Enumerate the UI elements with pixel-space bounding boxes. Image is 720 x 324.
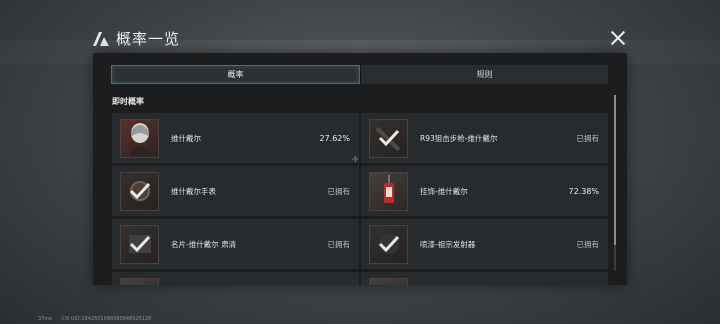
owned-check-icon [121, 225, 158, 263]
item-name: R93狙击步枪-维什戴尔 [420, 133, 498, 143]
item-grid: 维什戴尔 27.62% R93狙击步枪-维什戴尔 已拥有 维什戴尔手表 已拥有 … [112, 113, 608, 285]
item-card[interactable] [361, 272, 608, 285]
uid-readout: CN UID:1942601098380648525128 [61, 316, 152, 322]
spray-icon [369, 224, 408, 264]
item-name: 名片-维什戴尔 肃清 [171, 239, 237, 249]
watch-icon [120, 171, 159, 211]
item-icon [369, 277, 408, 285]
scrollbar-thumb[interactable] [614, 95, 616, 245]
item-name: 维什戴尔 [171, 133, 201, 143]
item-name: 喷漆-祖宗发射器 [420, 239, 476, 249]
page-header: 概率一览 [92, 28, 180, 49]
crosshair-icon: ✛ [352, 155, 359, 164]
charm-icon [369, 171, 408, 211]
page-title: 概率一览 [116, 30, 181, 48]
section-title: 即时概率 [112, 97, 144, 106]
tab-probability[interactable]: 概率 [111, 65, 360, 84]
owned-check-icon [121, 172, 158, 210]
scrollbar[interactable] [614, 95, 616, 271]
item-probability: 27.62% [319, 133, 350, 143]
item-name: 维什戴尔手表 [171, 186, 216, 196]
item-card[interactable]: 名片-维什戴尔 肃清 已拥有 [112, 219, 359, 269]
name-card-icon [120, 224, 159, 264]
character-portrait-icon [120, 118, 159, 158]
probability-panel: 概率 规则 即时概率 维什戴尔 27.62% R93狙击步枪-维什戴尔 已拥有 … [93, 53, 627, 285]
item-card[interactable] [112, 272, 359, 285]
item-owned-status: 已拥有 [576, 239, 600, 249]
ping-readout: 37ms [38, 316, 52, 322]
item-owned-status: 已拥有 [576, 133, 600, 143]
item-card[interactable]: 喷漆-祖宗发射器 已拥有 [361, 219, 608, 269]
item-card[interactable]: 维什戴尔 27.62% [112, 113, 359, 163]
owned-check-icon [370, 225, 407, 263]
item-icon [120, 277, 159, 285]
status-bar: 37ms CN UID:1942601098380648525128 [38, 316, 151, 322]
item-owned-status: 已拥有 [327, 239, 351, 249]
item-name: 挂饰-维什戴尔 [420, 186, 468, 196]
game-logo-icon [93, 31, 109, 46]
item-card[interactable]: 挂饰-维什戴尔 72.38% [361, 166, 608, 216]
close-button[interactable] [610, 30, 626, 46]
item-owned-status: 已拥有 [327, 186, 351, 196]
owned-check-icon [370, 119, 407, 157]
item-probability: 72.38% [568, 186, 599, 196]
sniper-rifle-icon [369, 118, 408, 158]
item-card[interactable]: R93狙击步枪-维什戴尔 已拥有 [361, 113, 608, 163]
tab-rules[interactable]: 规则 [360, 65, 608, 84]
tab-bar: 概率 规则 [111, 65, 608, 84]
item-card[interactable]: 维什戴尔手表 已拥有 [112, 166, 359, 216]
